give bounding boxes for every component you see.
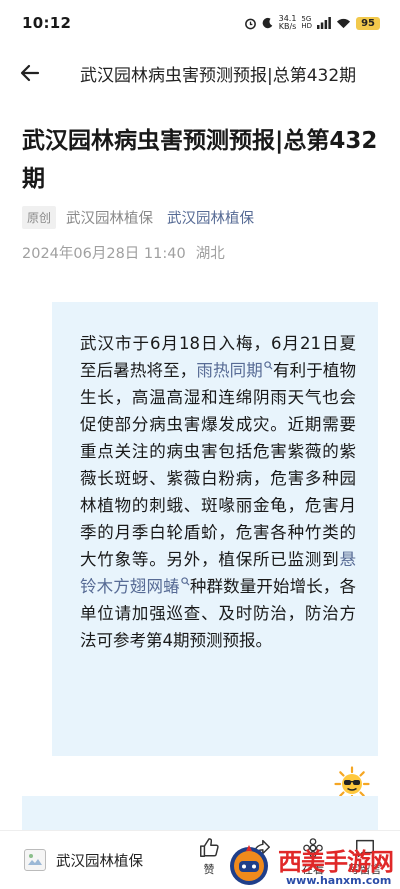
- signal-icon: [317, 17, 331, 29]
- publish-date: 2024年06月28日 11:40: [22, 246, 186, 262]
- keyword-link-rain-heat[interactable]: 雨热同期: [196, 360, 273, 380]
- back-arrow-icon: [20, 64, 40, 82]
- broken-image-icon: [28, 854, 42, 865]
- article-meta: 原创 武汉园林植保 武汉园林植保: [22, 206, 254, 229]
- publish-location: 湖北: [195, 246, 225, 262]
- network-speed: 34.1 KB/s: [279, 15, 297, 31]
- article-body: 武汉市于6月18日入梅，6月21日夏至后暑热将至，雨热同期 有利于植物生长，高温高…: [80, 330, 356, 654]
- watermark-logo: [230, 845, 268, 885]
- nav-title: 武汉园林病虫害预测预报|总第432期: [80, 65, 357, 86]
- thumbs-up-icon: [200, 838, 219, 857]
- account-link[interactable]: 武汉园林植保: [167, 207, 254, 228]
- search-icon: [181, 576, 190, 586]
- article-author: 武汉园林植保: [66, 211, 154, 227]
- watermark-text: 西美手游网: [278, 848, 394, 876]
- search-icon: [264, 360, 273, 370]
- like-button[interactable]: 赞: [192, 837, 226, 877]
- article-date-row: 2024年06月28日 11:40 湖北: [22, 242, 225, 263]
- nav-bar: 武汉园林病虫害预测预报|总第432期: [0, 46, 400, 100]
- network-type: 5G HD: [301, 16, 312, 30]
- content-card-next: [22, 796, 378, 830]
- watermark: 西美手游网 www.hanxm.com: [222, 836, 400, 889]
- status-time: 10:12: [22, 14, 72, 32]
- account-avatar[interactable]: [24, 849, 46, 871]
- original-badge: 原创: [22, 206, 57, 229]
- status-indicators: 34.1 KB/s 5G HD 95: [244, 15, 380, 31]
- article-title: 武汉园林病虫害预测预报|总第432期: [22, 128, 378, 192]
- network-bottom: HD: [301, 22, 313, 30]
- bottom-account-name[interactable]: 武汉园林植保: [56, 850, 143, 871]
- back-button[interactable]: [0, 46, 60, 100]
- battery-indicator: 95: [356, 16, 380, 30]
- wifi-icon: [337, 18, 351, 29]
- keyword-1-text: 雨热同期: [196, 361, 263, 380]
- status-bar: 10:12 34.1 KB/s 5G HD 95: [0, 0, 400, 46]
- watermark-url: www.hanxm.com: [286, 874, 392, 887]
- body-part-2: 有利于植物生长，高温高湿和连绵阴雨天气也会促使部分病虫害爆发成灾。近期需要重点关…: [80, 361, 356, 569]
- like-label: 赞: [203, 863, 215, 876]
- no-disturb-icon: [262, 17, 272, 29]
- alarm-icon: [244, 18, 256, 29]
- speed-unit: KB/s: [278, 22, 297, 31]
